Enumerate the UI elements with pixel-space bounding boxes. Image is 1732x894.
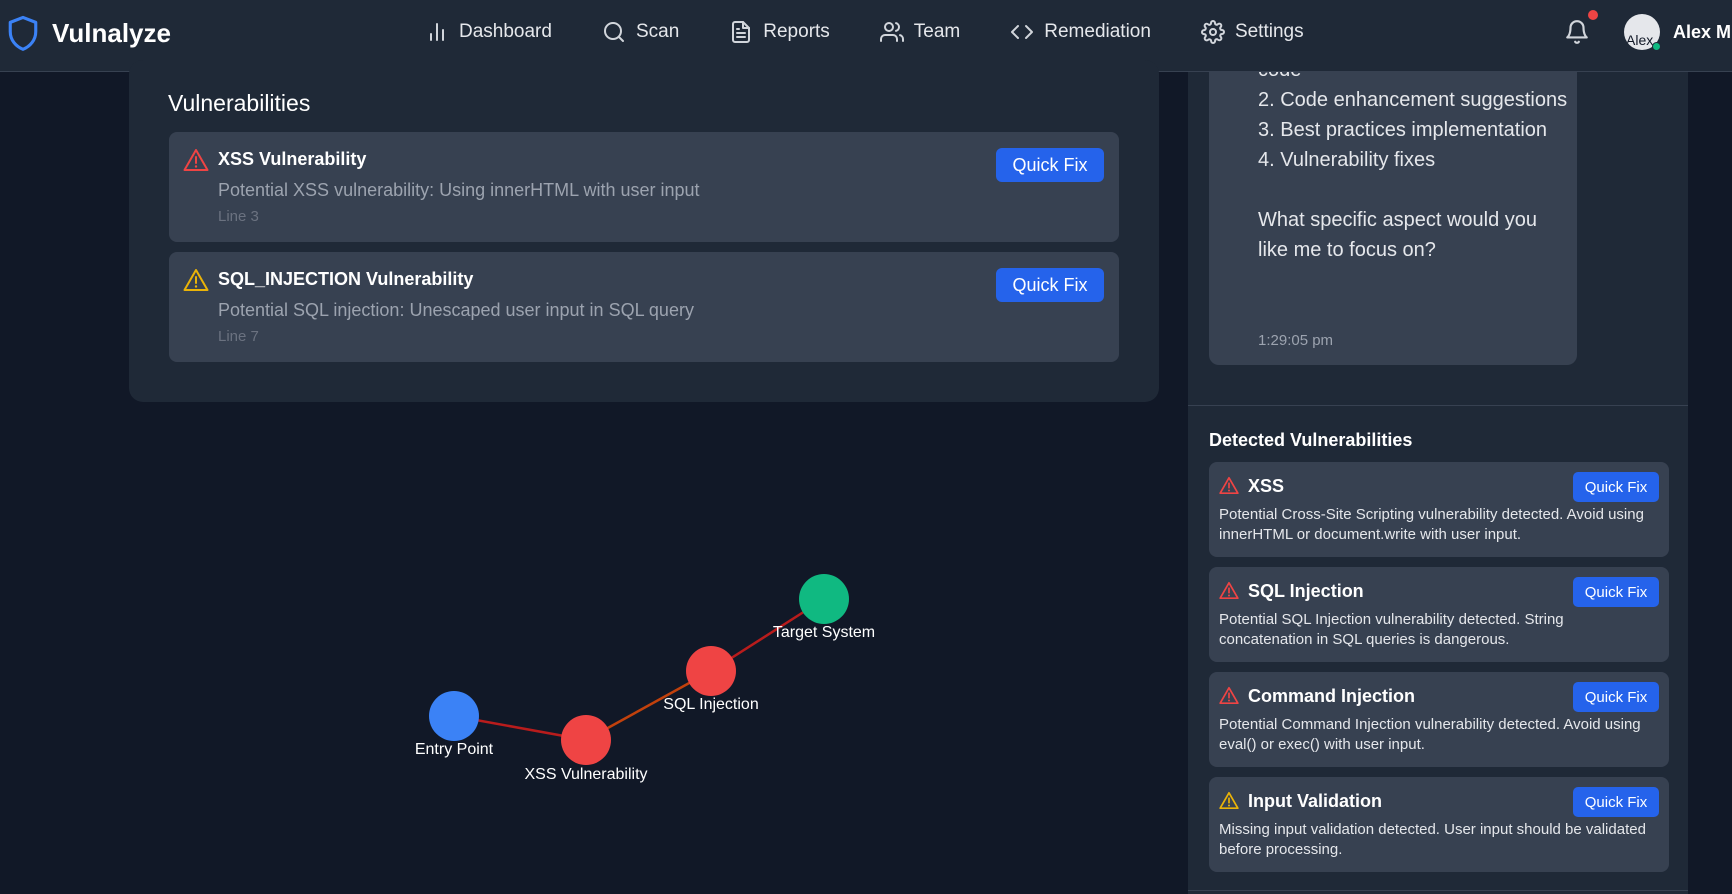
warning-icon <box>1219 476 1239 495</box>
detected-vulnerability-title: XSS <box>1248 476 1285 496</box>
detected-card-xss: XSS Potential Cross-Site Scripting vulne… <box>1209 462 1669 557</box>
graph-node-target-system[interactable] <box>799 574 849 624</box>
main-nav: Dashboard Scan Reports Team Remediation … <box>425 20 1354 44</box>
nav-item-label: Reports <box>763 21 830 42</box>
graph-node-label: SQL Injection <box>663 696 758 713</box>
vulnerability-card-sql-injection: SQL_INJECTION Vulnerability Potential SQ… <box>169 252 1119 362</box>
warning-icon <box>1219 686 1239 705</box>
notifications-button[interactable] <box>1564 18 1590 46</box>
attack-path-graph: Entry Point XSS Vulnerability SQL Inject… <box>415 574 875 783</box>
quick-fix-button[interactable]: Quick Fix <box>1573 472 1659 502</box>
divider <box>1188 890 1688 891</box>
detected-card-command-injection: Command Injection Potential Command Inje… <box>1209 672 1669 767</box>
detected-vulnerability-description: Potential Cross-Site Scripting vulnerabi… <box>1219 506 1644 543</box>
nav-item-label: Scan <box>635 21 680 42</box>
code-icon <box>1011 25 1034 39</box>
nav-item-label: Settings <box>1234 21 1304 42</box>
nav-item-reports[interactable]: Reports <box>729 20 830 44</box>
divider <box>1188 405 1688 406</box>
nav-item-label: Dashboard <box>459 21 552 42</box>
quick-fix-button[interactable]: Quick Fix <box>996 148 1104 182</box>
graph-node-xss-vulnerability[interactable] <box>561 715 611 765</box>
bar-chart-icon <box>430 23 444 41</box>
vulnerability-title: XSS Vulnerability <box>218 149 367 169</box>
brand[interactable]: Vulnalyze <box>6 14 171 52</box>
vulnerabilities-panel: Vulnerabilities XSS Vulnerability Potent… <box>129 60 1159 402</box>
vulnerability-description: Potential SQL injection: Unescaped user … <box>218 300 694 320</box>
app-name: Vulnalyze <box>52 17 171 48</box>
quick-fix-button[interactable]: Quick Fix <box>996 268 1104 302</box>
quick-fix-button[interactable]: Quick Fix <box>1573 682 1659 712</box>
detected-card-sql-injection: SQL Injection Potential SQL Injection vu… <box>1209 567 1669 662</box>
nav-item-scan[interactable]: Scan <box>602 20 679 44</box>
graph-node-label: Entry Point <box>415 741 494 758</box>
search-icon <box>603 22 624 42</box>
vulnerability-line: Line 7 <box>218 328 259 345</box>
graph-node-entry-point[interactable] <box>429 691 479 741</box>
warning-icon <box>183 149 209 171</box>
detected-vulnerability-title: Input Validation <box>1248 791 1382 811</box>
detected-card-input-validation: Input Validation Missing input validatio… <box>1209 777 1669 872</box>
chat-message-timestamp: 1:29:05 pm <box>1258 332 1334 349</box>
chat-message: code 2. Code enhancement suggestions 3. … <box>1209 72 1577 365</box>
nav-item-remediation[interactable]: Remediation <box>1010 20 1151 44</box>
graph-node-sql-injection[interactable] <box>686 646 736 696</box>
nav-item-dashboard[interactable]: Dashboard <box>425 20 552 44</box>
avatar-alt-text: Alex <box>1626 32 1654 48</box>
vulnerability-card-xss: XSS Vulnerability Potential XSS vulnerab… <box>169 132 1119 242</box>
users-icon <box>879 22 904 42</box>
user-name[interactable]: Alex M <box>1673 22 1731 43</box>
nav-item-label: Remediation <box>1044 21 1151 42</box>
warning-icon <box>183 269 209 291</box>
nav-item-label: Team <box>913 21 961 42</box>
file-text-icon <box>732 21 751 43</box>
detected-vulnerabilities-title: Detected Vulnerabilities <box>1209 430 1413 450</box>
gear-icon <box>1200 20 1225 44</box>
quick-fix-button[interactable]: Quick Fix <box>1573 577 1659 607</box>
detected-vulnerability-title: SQL Injection <box>1248 581 1364 601</box>
detected-vulnerability-description: Missing input validation detected. User … <box>1219 821 1646 858</box>
vulnerability-description: Potential XSS vulnerability: Using inner… <box>218 180 700 200</box>
nav-item-team[interactable]: Team <box>879 20 961 44</box>
warning-icon <box>1219 581 1239 600</box>
quick-fix-button[interactable]: Quick Fix <box>1573 787 1659 817</box>
shield-icon <box>8 15 38 51</box>
graph-node-label: XSS Vulnerability <box>524 766 647 783</box>
detected-vulnerability-description: Potential SQL Injection vulnerability de… <box>1219 611 1564 648</box>
notification-badge <box>1588 10 1598 20</box>
detected-vulnerability-title: Command Injection <box>1248 686 1416 706</box>
detected-vulnerability-description: Potential Command Injection vulnerabilit… <box>1219 716 1641 753</box>
bell-icon <box>1566 20 1588 44</box>
online-status-dot <box>1652 42 1661 51</box>
nav-item-settings[interactable]: Settings <box>1200 20 1304 44</box>
graph-node-label: Target System <box>773 624 875 641</box>
vulnerability-line: Line 3 <box>218 208 259 225</box>
assistant-sidebar: code 2. Code enhancement suggestions 3. … <box>1188 72 1688 894</box>
vulnerabilities-title: Vulnerabilities <box>168 90 311 116</box>
chat-message-text: code 2. Code enhancement suggestions 3. … <box>1258 72 1568 261</box>
warning-icon <box>1219 791 1239 810</box>
vulnerability-title: SQL_INJECTION Vulnerability <box>218 269 474 289</box>
